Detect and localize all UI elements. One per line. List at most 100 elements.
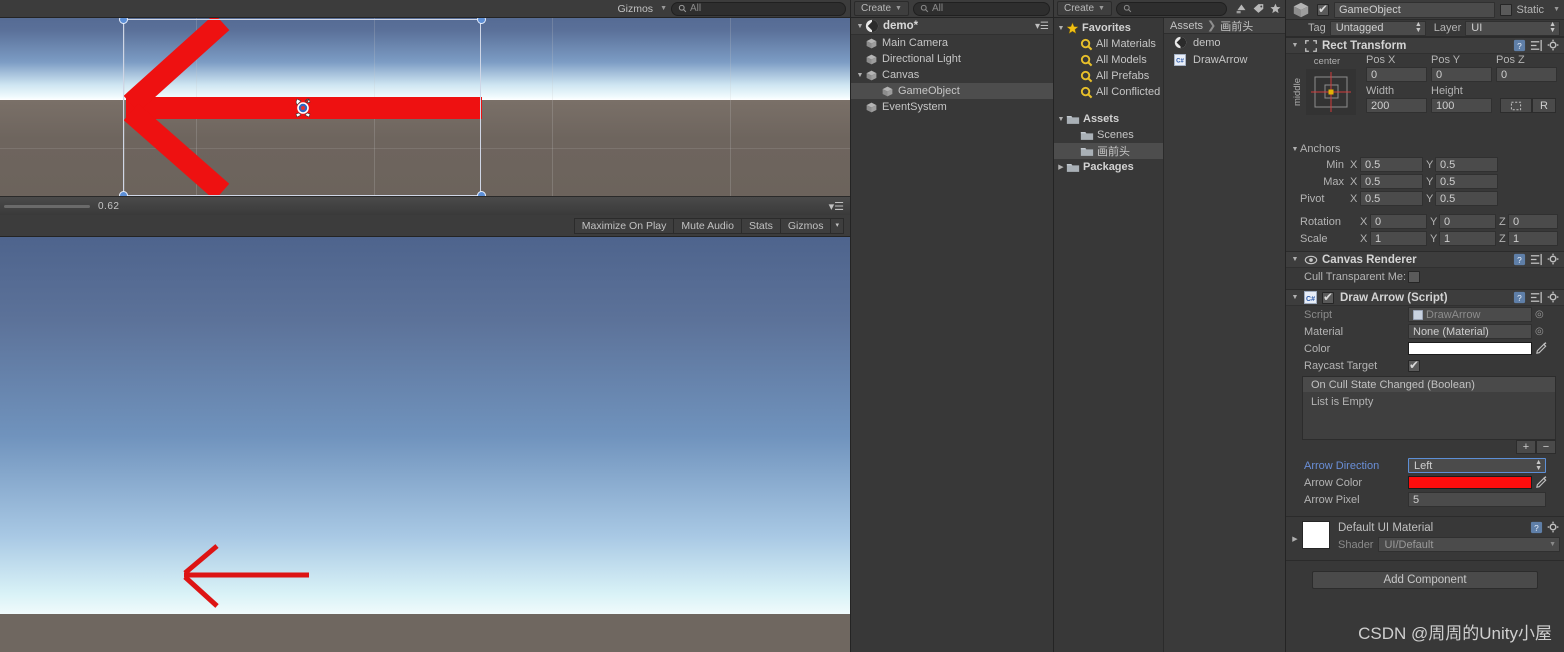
help-icon[interactable]: ? — [1513, 291, 1526, 304]
game-gizmos-dropdown-icon[interactable]: ▾ — [830, 217, 844, 234]
eyedropper-icon[interactable] — [1535, 476, 1548, 489]
scale-y-field[interactable]: 1 — [1439, 231, 1496, 246]
help-icon[interactable]: ? — [1530, 521, 1543, 534]
rotation-x-field[interactable]: 0 — [1370, 214, 1427, 229]
preset-icon[interactable] — [1530, 39, 1543, 52]
eyedropper-icon[interactable] — [1535, 342, 1548, 355]
filter-by-label-icon[interactable] — [1252, 2, 1265, 15]
object-name-field[interactable]: GameObject — [1334, 1, 1495, 18]
hierarchy-item-canvas[interactable]: ▼ Canvas — [851, 67, 1053, 83]
chevron-down-icon[interactable]: ▼ — [1290, 146, 1300, 153]
cull-transparent-checkbox[interactable] — [1408, 270, 1421, 283]
anchor-min-x-field[interactable]: 0.5 — [1360, 157, 1423, 172]
mute-audio-button[interactable]: Mute Audio — [673, 217, 741, 234]
script-value-field[interactable]: DrawArrow — [1408, 307, 1532, 322]
project-tree-item-favorites[interactable]: ▼ Favorites — [1054, 20, 1163, 36]
chevron-right-icon[interactable]: ▶ — [1290, 535, 1300, 543]
scene-search-input[interactable]: All — [671, 1, 846, 16]
anchor-max-y-field[interactable]: 0.5 — [1435, 174, 1498, 189]
anchor-preset-widget[interactable] — [1305, 68, 1357, 116]
raw-edit-button[interactable]: R — [1532, 98, 1556, 113]
gear-icon[interactable] — [1547, 521, 1560, 534]
pos-z-field[interactable]: 0 — [1496, 67, 1557, 82]
chevron-down-icon[interactable]: ▼ — [1056, 25, 1066, 32]
maximize-on-play-button[interactable]: Maximize On Play — [573, 217, 674, 234]
static-checkbox[interactable] — [1499, 3, 1512, 16]
favorites-star-icon[interactable] — [1269, 2, 1282, 15]
draw-arrow-enabled-checkbox[interactable] — [1322, 290, 1334, 304]
project-asset-item-demo[interactable]: demo — [1164, 34, 1285, 51]
pivot-y-field[interactable]: 0.5 — [1435, 191, 1498, 206]
project-create-button[interactable]: Create ▼ — [1057, 1, 1112, 16]
project-search-input[interactable] — [1115, 1, 1228, 16]
hierarchy-create-button[interactable]: Create ▼ — [854, 1, 909, 16]
shader-dropdown[interactable]: UI/Default ▼ — [1378, 537, 1560, 552]
arrow-color-swatch[interactable] — [1408, 476, 1532, 489]
scale-x-field[interactable]: 1 — [1370, 231, 1427, 246]
chevron-down-icon[interactable]: ▼ — [855, 72, 865, 79]
arrow-direction-dropdown[interactable]: Left ▲ ▼ — [1408, 458, 1546, 473]
blueprint-mode-button[interactable] — [1500, 98, 1532, 113]
help-icon[interactable]: ? — [1513, 253, 1526, 266]
add-component-button[interactable]: Add Component — [1312, 571, 1538, 589]
project-tree-item-画前头[interactable]: ▼ 画前头 — [1054, 143, 1163, 159]
hierarchy-item-eventsystem[interactable]: ▼ EventSystem — [851, 99, 1053, 115]
help-icon[interactable]: ? — [1513, 39, 1526, 52]
project-tree-item-packages[interactable]: ▶ Packages — [1054, 159, 1163, 175]
pos-y-field[interactable]: 0 — [1431, 67, 1492, 82]
hierarchy-item-gameobject[interactable]: ▼ GameObject — [851, 83, 1053, 99]
chevron-down-icon[interactable]: ▼ — [1553, 6, 1560, 13]
project-tree-item-all-models[interactable]: ▼ All Models — [1054, 52, 1163, 68]
rotation-y-field[interactable]: 0 — [1439, 214, 1496, 229]
gear-icon[interactable] — [1547, 253, 1560, 266]
hierarchy-scene-row[interactable]: ▼ demo* ▾☰ — [851, 18, 1053, 35]
filter-by-type-icon[interactable] — [1235, 2, 1248, 15]
object-picker-icon[interactable]: ◎ — [1535, 309, 1544, 320]
move-gizmo-icon[interactable] — [292, 97, 314, 119]
add-event-button[interactable]: + — [1516, 440, 1536, 454]
chevron-down-icon[interactable]: ▼ — [1290, 294, 1300, 301]
preset-icon[interactable] — [1530, 291, 1543, 304]
color-swatch[interactable] — [1408, 342, 1532, 355]
project-tree-item-all-prefabs[interactable]: ▼ All Prefabs — [1054, 68, 1163, 84]
stats-button[interactable]: Stats — [740, 217, 780, 234]
hierarchy-item-main-camera[interactable]: ▼ Main Camera — [851, 35, 1053, 51]
pivot-x-field[interactable]: 0.5 — [1360, 191, 1423, 206]
game-viewport[interactable] — [0, 237, 850, 652]
project-asset-item-drawarrow[interactable]: C# DrawArrow — [1164, 51, 1285, 68]
rotation-z-field[interactable]: 0 — [1508, 214, 1558, 229]
scene-options-menu-icon[interactable]: ▾☰ — [829, 200, 844, 213]
canvas-renderer-header[interactable]: ▼ Canvas Renderer ? — [1286, 251, 1564, 268]
gear-icon[interactable] — [1547, 291, 1560, 304]
material-value-field[interactable]: None (Material) — [1408, 324, 1532, 339]
chevron-down-icon[interactable]: ▼ — [1290, 42, 1300, 49]
hierarchy-options-menu-icon[interactable]: ▾☰ — [1035, 21, 1049, 32]
height-field[interactable]: 100 — [1431, 98, 1492, 113]
remove-event-button[interactable]: − — [1536, 440, 1556, 454]
chevron-down-icon[interactable]: ▼ — [1056, 116, 1066, 123]
hierarchy-item-directional-light[interactable]: ▼ Directional Light — [851, 51, 1053, 67]
scale-z-field[interactable]: 1 — [1508, 231, 1558, 246]
scene-viewport[interactable] — [0, 0, 850, 200]
width-field[interactable]: 200 — [1366, 98, 1427, 113]
pos-x-field[interactable]: 0 — [1366, 67, 1427, 82]
anchor-max-x-field[interactable]: 0.5 — [1360, 174, 1423, 189]
game-gizmos-button[interactable]: Gizmos — [779, 217, 831, 234]
layer-dropdown[interactable]: UI ▲ ▼ — [1465, 20, 1560, 36]
anchors-foldout[interactable]: ▼ Anchors — [1286, 142, 1564, 156]
project-tree-item-assets[interactable]: ▼ Assets — [1054, 111, 1163, 127]
breadcrumb-item-current[interactable]: 画前头 — [1220, 18, 1253, 34]
anchor-min-y-field[interactable]: 0.5 — [1435, 157, 1498, 172]
project-tree-item-scenes[interactable]: ▼ Scenes — [1054, 127, 1163, 143]
object-active-checkbox[interactable] — [1317, 2, 1329, 16]
project-tree-item-all-materials[interactable]: ▼ All Materials — [1054, 36, 1163, 52]
scene-scale-slider[interactable] — [4, 204, 90, 208]
chevron-right-icon[interactable]: ▶ — [1056, 163, 1066, 171]
gear-icon[interactable] — [1547, 39, 1560, 52]
chevron-down-icon[interactable]: ▼ — [855, 23, 865, 30]
arrow-pixel-field[interactable]: 5 — [1408, 492, 1546, 507]
hierarchy-search-input[interactable]: All — [912, 1, 1050, 16]
scene-gizmos-button[interactable]: Gizmos ▼ — [617, 3, 667, 15]
rect-transform-header[interactable]: ▼ Rect Transform ? — [1286, 37, 1564, 54]
tag-dropdown[interactable]: Untagged ▲ ▼ — [1329, 20, 1426, 36]
